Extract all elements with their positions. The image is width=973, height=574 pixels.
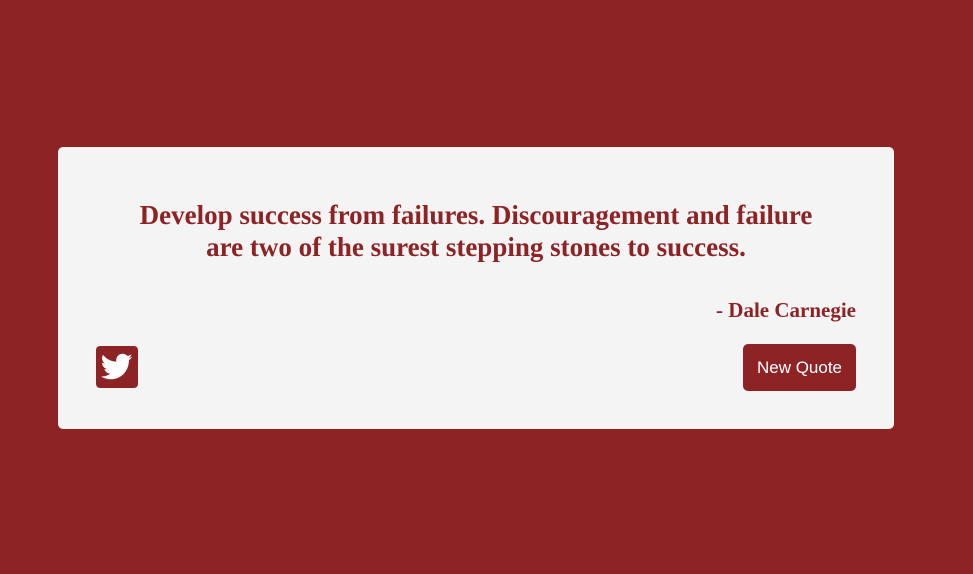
quote-box: Develop success from failures. Discourag… (58, 147, 894, 429)
twitter-icon (101, 353, 133, 381)
quote-text: Develop success from failures. Discourag… (139, 200, 813, 262)
tweet-quote-button[interactable] (96, 346, 138, 388)
quote-author: - Dale Carnegie (716, 298, 856, 322)
new-quote-button[interactable]: New Quote (743, 344, 856, 391)
